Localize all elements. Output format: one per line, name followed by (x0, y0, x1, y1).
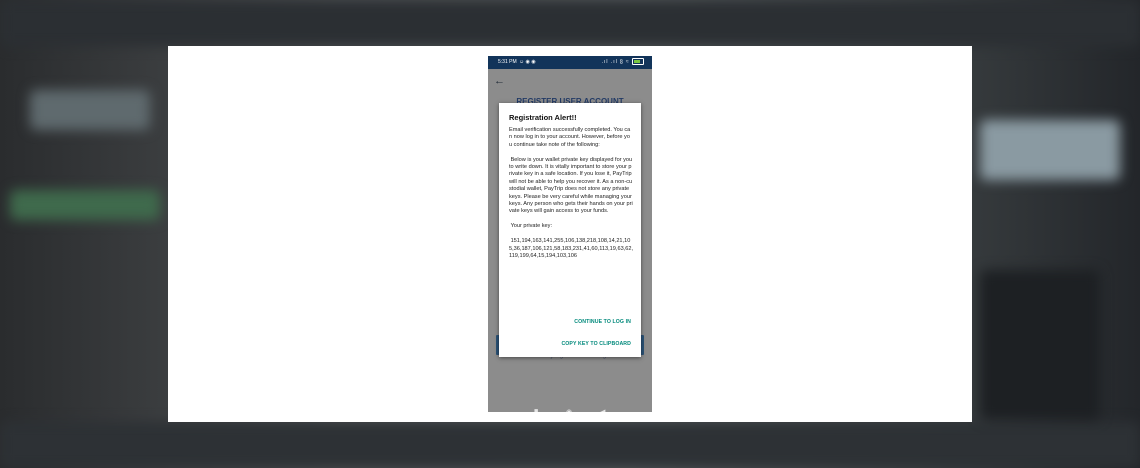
copy-key-button[interactable]: COPY KEY TO CLIPBOARD (561, 341, 631, 347)
home-icon[interactable]: ◉ (566, 408, 572, 412)
notification-icons: ☺ ◉ ◉ (519, 59, 536, 65)
background-blur-right (980, 120, 1120, 180)
registration-alert-dialog: Registration Alert!! Email verification … (499, 103, 641, 357)
background-blur-left (30, 90, 150, 130)
background-blur-top (0, 0, 1140, 46)
dialog-message: Email verification successfully complete… (509, 127, 634, 259)
android-nav-bar: ■ ◉ ◀ (488, 401, 652, 412)
status-bar: 5:31 PM ☺ ◉ ◉ .ıl .ıl ⩉ ≈ (488, 56, 652, 69)
background-blur-dark (980, 270, 1100, 420)
recents-icon[interactable]: ■ (534, 408, 538, 412)
status-icons: .ıl .ıl ⩉ ≈ (602, 56, 644, 69)
dialog-title: Registration Alert!! (509, 113, 577, 122)
background-blur-green (10, 190, 160, 220)
phone-screen: 5:31 PM ☺ ◉ ◉ .ıl .ıl ⩉ ≈ ← REGISTER USE… (488, 56, 652, 412)
status-time: 5:31 PM (498, 59, 517, 65)
back-icon[interactable]: ◀ (600, 408, 605, 412)
continue-to-login-button[interactable]: CONTINUE TO LOG IN (574, 319, 631, 325)
background-blur-bottom (0, 422, 1140, 468)
battery-icon (632, 58, 644, 66)
back-arrow-icon[interactable]: ← (494, 75, 505, 87)
signal-wifi-icons: .ıl .ıl ⩉ ≈ (601, 59, 630, 65)
